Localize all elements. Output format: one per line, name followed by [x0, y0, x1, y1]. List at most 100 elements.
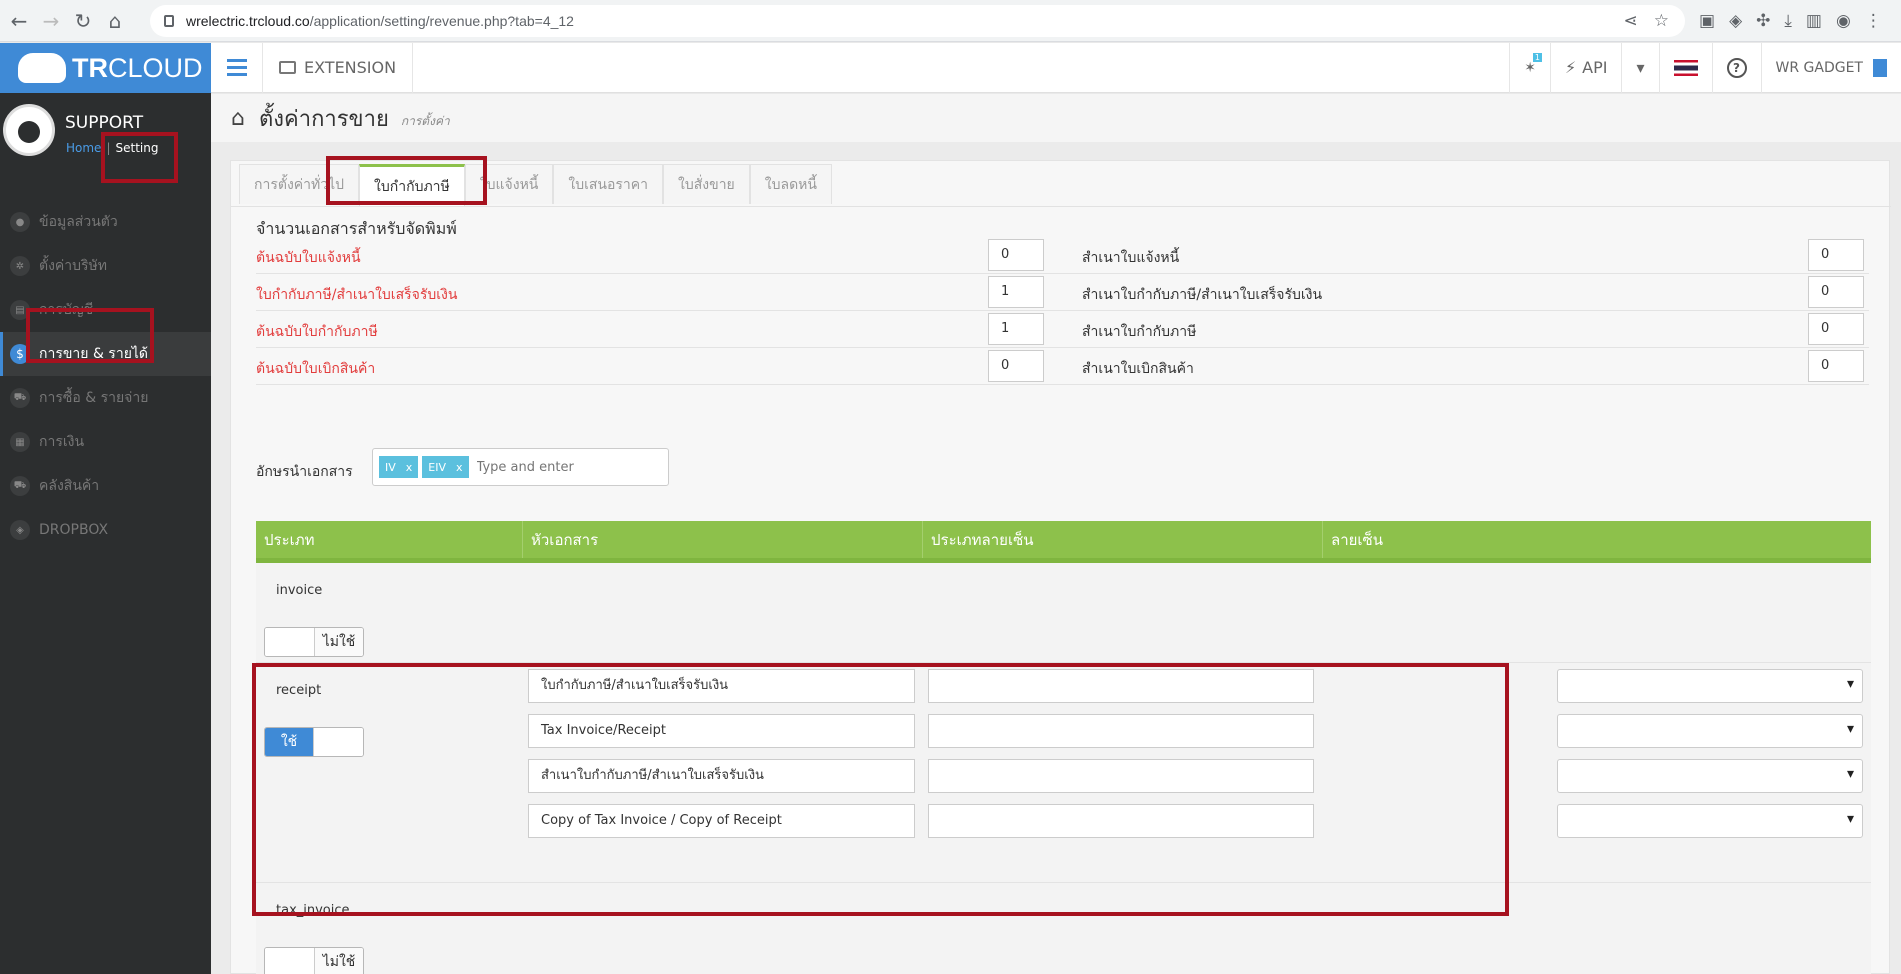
- main-content: การตั้งค่าทั่วไป ใบกำกับภาษี ใบแจ้งหนี้ ใบเ…: [211, 142, 1901, 974]
- tab[interactable]: การตั้งค่าทั่วไป: [239, 164, 360, 204]
- extension-button[interactable]: EXTENSION: [263, 42, 414, 93]
- document-heading-input[interactable]: Copy of Tax Invoice / Copy of Receipt: [528, 804, 915, 838]
- prefix-text-input[interactable]: [476, 459, 617, 475]
- sidepanel-icon[interactable]: ▥: [1806, 11, 1822, 31]
- sidebar-item[interactable]: ⛟ คลังสินค้า: [0, 464, 211, 508]
- forward-icon[interactable]: →: [38, 8, 64, 34]
- receipt-toggle[interactable]: ใช้: [264, 727, 364, 757]
- extension-icon-2[interactable]: ◈: [1729, 11, 1742, 31]
- profile-icon[interactable]: ◉: [1836, 11, 1851, 31]
- sidebar-item[interactable]: ◈ DROPBOX: [0, 508, 211, 552]
- plug-icon: ⚡: [1564, 58, 1577, 77]
- menu-dots-icon[interactable]: ⋮: [1865, 11, 1882, 31]
- copy-label-original: ต้นฉบับใบกำกับภาษี: [256, 324, 378, 340]
- prefix-label: อักษรนำเอกสาร: [256, 464, 353, 480]
- puzzle-icon[interactable]: ✣: [1756, 11, 1770, 31]
- signature-select[interactable]: [1557, 669, 1863, 703]
- trcloud-logo[interactable]: TR CLOUD: [0, 43, 211, 93]
- signature-select[interactable]: [1557, 804, 1863, 838]
- copy-count-copy-input[interactable]: 0: [1808, 350, 1864, 382]
- copy-count-copy-input[interactable]: 0: [1808, 239, 1864, 271]
- print-copy-row: ต้นฉบับใบกำกับภาษี 1 สำเนาใบกำกับภาษี 0: [256, 311, 1869, 348]
- home-browser-icon[interactable]: ⌂: [102, 8, 128, 34]
- notifications-button[interactable]: ✶ 1: [1509, 42, 1550, 93]
- row-type-label: tax_invoice: [276, 903, 350, 918]
- tag-text: EIV: [428, 460, 447, 474]
- sidebar-item[interactable]: ▤ การบัญชี: [0, 288, 211, 332]
- tag-remove-icon[interactable]: x: [456, 461, 463, 474]
- help-button[interactable]: ?: [1711, 42, 1761, 93]
- dropdown-toggle[interactable]: ▾: [1621, 42, 1658, 93]
- tag-text: IV: [385, 460, 396, 474]
- copy-count-copy-input[interactable]: 0: [1808, 313, 1864, 345]
- prefix-tag[interactable]: IV x: [379, 456, 419, 478]
- signature-select[interactable]: [1557, 759, 1863, 793]
- copy-count-original-input[interactable]: 0: [988, 239, 1044, 271]
- settings-panel: การตั้งค่าทั่วไป ใบกำกับภาษี ใบแจ้งหนี้ ใบเ…: [230, 160, 1891, 974]
- home-icon[interactable]: ⌂: [231, 106, 245, 131]
- download-icon[interactable]: ⤓: [1784, 11, 1792, 31]
- toggle-label: ไม่ใช้: [315, 628, 363, 656]
- row-type-label: receipt: [276, 683, 322, 698]
- api-button[interactable]: ⚡ API: [1549, 42, 1622, 93]
- sidebar-item[interactable]: $ การขาย & รายได้: [0, 332, 211, 376]
- notification-badge: 1: [1532, 52, 1542, 62]
- signature-select[interactable]: [1557, 714, 1863, 748]
- company-button[interactable]: WR GADGET: [1760, 42, 1901, 93]
- bookmark-star-icon[interactable]: ☆: [1654, 11, 1669, 31]
- grid-row-receipt: receipt ใช้ ใบกำกับภาษี/สำเนาใบเสร็จรับเ…: [256, 663, 1871, 883]
- page-title: ตั้งค่าการขาย: [258, 106, 389, 132]
- grid-header-heading: หัวเอกสาร: [523, 521, 923, 558]
- gear-icon: ✲: [10, 256, 30, 276]
- tag-remove-icon[interactable]: x: [406, 461, 413, 474]
- tab[interactable]: ใบกำกับภาษี: [359, 164, 465, 206]
- hamburger-menu-icon[interactable]: [211, 42, 263, 93]
- calendar-icon: ▦: [10, 432, 30, 452]
- tab[interactable]: ใบลดหนี้: [749, 164, 832, 204]
- prefix-tag-input[interactable]: IV x EIV x: [372, 448, 669, 486]
- share-icon[interactable]: ⋖: [1624, 11, 1638, 31]
- cart-icon: ⛟: [10, 388, 30, 408]
- document-heading-input[interactable]: Tax Invoice/Receipt: [528, 714, 915, 748]
- tab[interactable]: ใบเสนอราคา: [553, 164, 664, 204]
- copy-count-original-input[interactable]: 0: [988, 350, 1044, 382]
- tax-invoice-toggle[interactable]: ไม่ใช้: [264, 947, 364, 974]
- address-bar[interactable]: wrelectric.trcloud.co/application/settin…: [150, 4, 1685, 37]
- avatar[interactable]: [3, 104, 55, 156]
- document-heading-input[interactable]: สำเนาใบกำกับภาษี/สำเนาใบเสร็จรับเงิน: [528, 759, 915, 793]
- print-copy-row: ต้นฉบับใบเบิกสินค้า 0 สำเนาใบเบิกสินค้า 0: [256, 348, 1869, 385]
- caret-down-icon: ▾: [1636, 58, 1645, 77]
- extension-icon-1[interactable]: ▣: [1699, 11, 1715, 31]
- sidebar-item[interactable]: ✲ ตั้งค่าบริษัท: [0, 244, 211, 288]
- signature-type-input[interactable]: [928, 759, 1314, 793]
- copy-label-original: ต้นฉบับใบแจ้งหนี้: [256, 250, 361, 266]
- copy-count-original-input[interactable]: 1: [988, 313, 1044, 345]
- home-link[interactable]: Home: [66, 141, 101, 155]
- book-icon: ▤: [10, 300, 30, 320]
- tab[interactable]: ใบแจ้งหนี้: [464, 164, 554, 204]
- copy-count-original-input[interactable]: 1: [988, 276, 1044, 308]
- language-flag-button[interactable]: [1658, 42, 1712, 93]
- sidebar-item[interactable]: ● ข้อมูลส่วนตัว: [0, 200, 211, 244]
- invoice-toggle[interactable]: ไม่ใช้: [264, 627, 364, 657]
- sidebar-item[interactable]: ⛟ การซื้อ & รายจ่าย: [0, 376, 211, 420]
- signature-type-input[interactable]: [928, 804, 1314, 838]
- tab[interactable]: ใบสั่งขาย: [663, 164, 750, 204]
- prefix-tag[interactable]: EIV x: [422, 456, 469, 478]
- reload-icon[interactable]: ↻: [70, 8, 96, 34]
- sidebar-item-label: การซื้อ & รายจ่าย: [39, 390, 149, 406]
- setting-link[interactable]: Setting: [115, 141, 158, 155]
- logo-light: CLOUD: [108, 52, 203, 83]
- back-icon[interactable]: ←: [6, 8, 32, 34]
- sidebar-menu: ● ข้อมูลส่วนตัว ✲ ตั้งค่าบริษัท ▤ การบัญชี $ กา…: [0, 200, 211, 552]
- document-heading-input[interactable]: ใบกำกับภาษี/สำเนาใบเสร็จรับเงิน: [528, 669, 915, 703]
- sidebar-item[interactable]: ▦ การเงิน: [0, 420, 211, 464]
- tabs-divider: [231, 206, 1891, 207]
- copy-label-original: ต้นฉบับใบเบิกสินค้า: [256, 361, 376, 377]
- api-label: API: [1582, 58, 1608, 77]
- signature-type-input[interactable]: [928, 669, 1314, 703]
- signature-type-input[interactable]: [928, 714, 1314, 748]
- sidebar-item-label: คลังสินค้า: [39, 478, 100, 494]
- copy-count-copy-input[interactable]: 0: [1808, 276, 1864, 308]
- sidebar-item-label: การบัญชี: [39, 302, 94, 318]
